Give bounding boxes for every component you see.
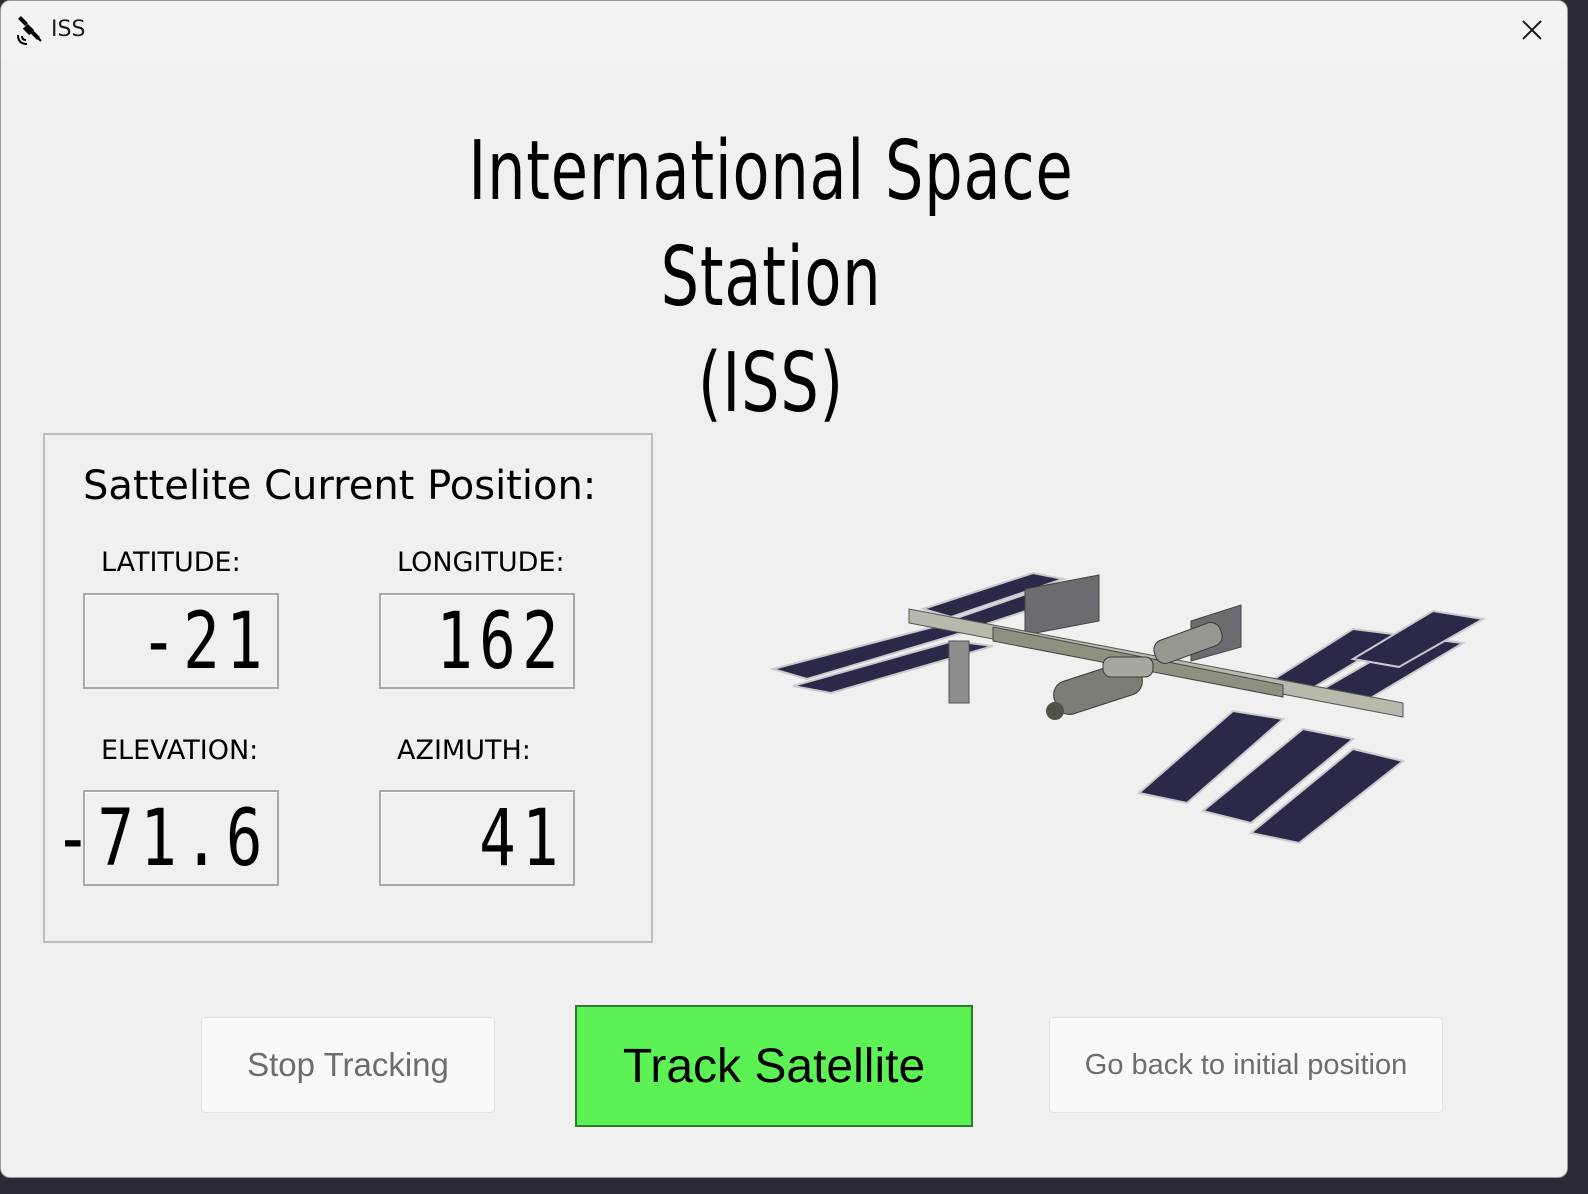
azimuth-display: 41 — [379, 790, 575, 886]
elevation-label: ELEVATION: — [101, 735, 259, 766]
elevation-display: -71.6 — [55, 790, 279, 886]
close-icon[interactable] — [1515, 13, 1549, 47]
track-satellite-button[interactable]: Track Satellite — [575, 1005, 973, 1127]
position-panel: Sattelite Current Position: LATITUDE: -2… — [43, 433, 653, 943]
longitude-label: LONGITUDE: — [397, 547, 565, 578]
initial-position-button[interactable]: Go back to initial position — [1049, 1017, 1443, 1113]
title-bar: ISS — [1, 1, 1567, 59]
page-title-line2: (ISS) — [698, 336, 844, 431]
page-title: International Space Station (ISS) — [361, 119, 1181, 437]
azimuth-label: AZIMUTH: — [397, 735, 531, 766]
latitude-value: -21 — [140, 597, 269, 687]
latitude-display: -21 — [83, 593, 279, 689]
app-window: ISS International Space Station (ISS) Sa… — [0, 0, 1568, 1178]
satellite-icon — [17, 16, 42, 45]
longitude-value: 162 — [436, 597, 565, 687]
latitude-label: LATITUDE: — [101, 547, 241, 578]
stop-tracking-button[interactable]: Stop Tracking — [201, 1017, 495, 1113]
azimuth-value: 41 — [479, 794, 565, 884]
page-title-line1: International Space Station — [468, 124, 1074, 325]
panel-heading: Sattelite Current Position: — [83, 463, 597, 509]
window-title: ISS — [51, 17, 86, 42]
iss-station-image — [769, 571, 1485, 845]
elevation-value: -71.6 — [54, 794, 269, 884]
longitude-display: 162 — [379, 593, 575, 689]
